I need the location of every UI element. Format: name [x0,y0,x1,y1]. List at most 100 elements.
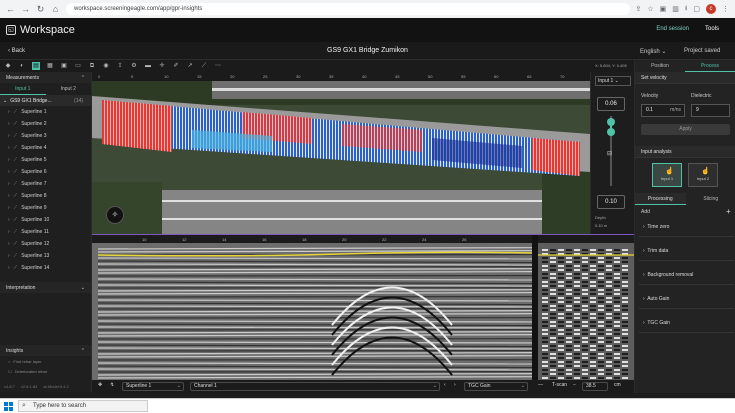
chevron-right-icon[interactable]: › [8,265,10,271]
chevron-right-icon[interactable]: › [643,248,645,254]
end-session-button[interactable]: End session [656,26,689,32]
collapse-icon[interactable]: ⌃ [81,348,85,354]
superline-item[interactable]: › ⟋ Superline 9 [0,202,91,214]
browser-menu-icon[interactable]: ⋮ [722,5,729,13]
insights-header[interactable]: Insights ⌃ [0,345,91,356]
settings-icon[interactable]: ⚙ [130,62,138,70]
input-1-button[interactable]: ☝ Input 1 [652,163,682,187]
apply-button[interactable]: Apply [641,124,730,135]
next-channel-icon[interactable]: › [454,382,456,388]
processing-step[interactable]: › Auto Gain [639,289,734,309]
star-icon[interactable]: ☆ [647,5,653,13]
browser-home-icon[interactable]: ⌂ [51,4,60,14]
display-mode-icon[interactable]: ⧉ [88,62,96,70]
address-bar[interactable]: workspace.screeningeagle.com/app/gpr-ins… [66,3,630,15]
chevron-right-icon[interactable]: › [8,193,10,199]
chevron-right-icon[interactable]: › [643,320,645,326]
chevron-right-icon[interactable]: › [8,169,10,175]
depth-slider-handle-bottom[interactable] [607,128,615,136]
sidebar-icon[interactable]: ▥ [672,5,679,13]
decrease-icon[interactable]: − [573,382,576,388]
cursor-icon[interactable]: ✛ [158,62,166,70]
processing-step[interactable]: › Trim data [639,241,734,261]
input-select[interactable]: Input 1 ⌄ [595,76,631,86]
window-icon[interactable]: ▢ [693,5,700,13]
processing-step[interactable]: › TGC Gain [639,313,734,333]
chevron-right-icon[interactable]: › [8,133,10,139]
browser-back-icon[interactable]: ← [6,4,15,14]
prev-channel-icon[interactable]: ‹ [444,382,446,388]
map-view-icon[interactable]: ▦ [46,62,54,70]
input-2-button[interactable]: ☝ Input 2 [688,163,718,187]
channel-select[interactable]: Channel 1 ⌄ [190,382,440,391]
superline-item[interactable]: › ⟋ Superline 2 [0,118,91,130]
superline-item[interactable]: › ⟋ Superline 6 [0,166,91,178]
chevron-right-icon[interactable]: › [8,241,10,247]
superline-item[interactable]: › ⟋ Superline 1 [0,106,91,118]
tools-menu[interactable]: Tools [705,26,719,32]
depth-top-value[interactable]: 0.06 [597,97,625,111]
chevron-right-icon[interactable]: › [8,229,10,235]
map-view[interactable]: 0 5 10 15 20 25 30 35 40 45 50 55 60 65 70 ✧ [92,72,590,234]
set-velocity-header[interactable]: Set velocity [635,72,735,84]
expand-icon[interactable]: ⌄ [81,285,85,291]
add-step-icon[interactable]: + [726,207,731,216]
processing-step[interactable]: › Background removal [639,265,734,285]
superline-item[interactable]: › ⟋ Superline 11 [0,226,91,238]
measure-icon[interactable]: ↗ [186,62,194,70]
lock-icon[interactable]: ⊟ [607,150,612,157]
superline-select[interactable]: Superline 1 ⌄ [122,382,184,391]
visibility-icon[interactable]: ◉ [102,62,110,70]
annotation-icon[interactable]: ✐ [172,62,180,70]
tscan-input[interactable]: 38.5 [582,382,608,391]
windows-start-icon[interactable] [4,402,13,411]
browser-reload-icon[interactable]: ↻ [36,4,45,15]
single-view-icon[interactable]: ▭ [74,62,82,70]
radargram-view[interactable]: 10 12 14 16 18 20 22 24 26 [92,234,634,380]
chevron-right-icon[interactable]: › [8,121,10,127]
chevron-right-icon[interactable]: › [8,145,10,151]
cursor-tool-icon[interactable]: ✥ [98,382,102,388]
chevron-down-icon[interactable]: ⌄ [3,98,7,104]
depth-slider-handle-top[interactable] [607,118,615,126]
superline-item[interactable]: › ⟋ Superline 5 [0,154,91,166]
extensions-icon[interactable]: ▣ [660,5,667,13]
taskbar-search[interactable]: ⌕ Type here to search [18,400,148,412]
tab-slicing[interactable]: Slicing [686,193,735,205]
grid-view-icon[interactable]: ▣ [60,62,68,70]
download-icon[interactable]: ⭳ [685,4,687,15]
interpretation-header[interactable]: Interpretation ⌄ [0,282,91,293]
contrast-icon[interactable]: ◐ [18,62,26,70]
chevron-right-icon[interactable]: › [643,224,645,230]
chevron-right-icon[interactable]: › [643,296,645,302]
hyperbola-tool-icon[interactable]: ↯ [110,382,114,388]
radio-icon[interactable]: ○ [8,359,10,364]
collapse-icon[interactable]: ⌃ [81,75,85,81]
gain-select[interactable]: TGC Gain ⌄ [464,382,528,391]
chevron-right-icon[interactable]: › [8,181,10,187]
aerial-map[interactable] [92,72,590,234]
superline-item[interactable]: › ⟋ Superline 14 [0,262,91,274]
browser-forward-icon[interactable]: → [21,4,30,14]
more-tools-icon[interactable]: ⋯ [214,62,222,70]
project-tree-root[interactable]: ⌄ GS9 GX1 Bridge... (14) [0,95,91,106]
tab-position[interactable]: Position [635,60,685,72]
layers-icon[interactable]: ◆ [4,62,12,70]
superline-item[interactable]: › ⟋ Superline 10 [0,214,91,226]
polyline-icon[interactable]: ⟋ [200,62,208,70]
checkbox-icon[interactable]: ☐ [8,369,12,374]
language-select[interactable]: English ⌄ [640,48,666,55]
tab-input-2[interactable]: Input 2 [46,83,92,95]
velocity-input[interactable]: 0.1 m/ns [641,104,685,117]
chevron-right-icon[interactable]: › [8,109,10,115]
chevron-right-icon[interactable]: › [8,205,10,211]
profile-avatar[interactable]: c [706,4,716,14]
input-analysis-header[interactable]: Input analysis [635,146,735,158]
chevron-right-icon[interactable]: › [643,272,645,278]
processing-step[interactable]: › Time zero [639,217,734,237]
measurements-header[interactable]: Measurements ⌃ [0,72,91,83]
chevron-right-icon[interactable]: › [8,157,10,163]
split-view-icon[interactable]: ▤ [32,62,40,70]
superline-item[interactable]: › ⟋ Superline 12 [0,238,91,250]
dielectric-input[interactable]: 9 [691,104,730,117]
